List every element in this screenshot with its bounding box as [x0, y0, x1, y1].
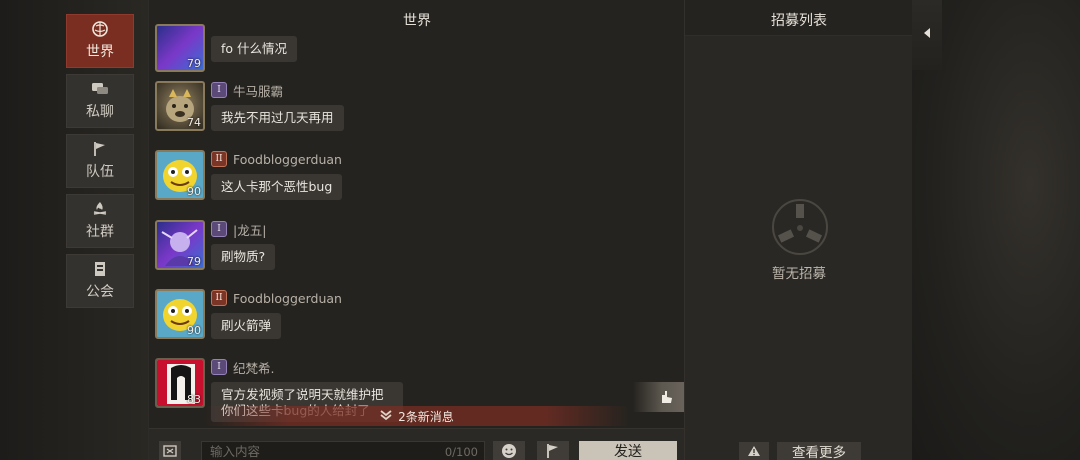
- nav-item-guild[interactable]: 公会: [66, 254, 134, 308]
- sender-row: II Foodbloggerduan: [211, 150, 342, 168]
- avatar-level: 90: [187, 324, 201, 337]
- avatar[interactable]: 74: [155, 81, 205, 131]
- rank-badge-icon: II: [211, 290, 227, 306]
- collapse-panel-button[interactable]: [912, 0, 942, 70]
- report-button[interactable]: [739, 442, 769, 460]
- chat-bubbles-icon: [91, 81, 109, 97]
- sender-name[interactable]: Foodbloggerduan: [233, 291, 342, 306]
- quick-action-button[interactable]: [633, 382, 685, 412]
- avatar[interactable]: 83: [155, 358, 205, 408]
- globe-icon: [91, 21, 109, 37]
- guild-banner-icon: [91, 261, 109, 277]
- avatar-level: 79: [187, 57, 201, 70]
- chat-title: 世界: [403, 13, 431, 29]
- nav-item-private[interactable]: 私聊: [66, 74, 134, 128]
- send-button[interactable]: 发送: [579, 441, 677, 460]
- team-invite-button[interactable]: [537, 441, 569, 460]
- new-messages-label: 2条新消息: [398, 409, 454, 424]
- rank-badge-icon: II: [211, 151, 227, 167]
- char-counter: 0/100: [444, 445, 478, 459]
- nav-item-community[interactable]: 社群: [66, 194, 134, 248]
- rank-badge-icon: I: [211, 221, 227, 237]
- sender-name[interactable]: |龙五|: [233, 220, 266, 239]
- channel-nav: 世界 私聊 队伍 社群 公会: [66, 14, 134, 314]
- message-bubble: 我先不用过几天再用: [211, 105, 344, 131]
- warning-icon: [748, 446, 760, 456]
- avatar[interactable]: 79: [155, 24, 205, 72]
- message-bubble: 刷火箭弹: [211, 313, 282, 339]
- sender-name[interactable]: 纪梵希.: [233, 358, 274, 377]
- nav-item-label: 公会: [86, 284, 114, 300]
- nav-item-label: 私聊: [86, 104, 114, 120]
- triangle-left-icon: [924, 28, 930, 38]
- flag-icon: [91, 141, 109, 157]
- message-bubble: 这人卡那个恶性bug: [211, 174, 343, 200]
- view-more-button[interactable]: 查看更多: [777, 442, 861, 460]
- empty-recruit-text: 暂无招募: [772, 266, 826, 282]
- nav-item-team[interactable]: 队伍: [66, 134, 134, 188]
- new-messages-banner[interactable]: 2条新消息: [205, 406, 629, 426]
- nav-item-label: 社群: [86, 224, 114, 240]
- message-bubble: 刷物质?: [211, 244, 276, 270]
- emoji-icon: [502, 444, 516, 458]
- avatar[interactable]: 90: [155, 150, 205, 200]
- nav-item-label: 队伍: [86, 164, 114, 180]
- message-input-placeholder: 输入内容: [210, 444, 261, 459]
- avatar[interactable]: 90: [155, 289, 205, 339]
- avatar[interactable]: 79: [155, 220, 205, 270]
- sender-row: I 牛马服霸: [211, 81, 283, 99]
- keyboard-icon: [163, 445, 177, 457]
- rank-badge-icon: I: [211, 82, 227, 98]
- keyboard-toggle-button[interactable]: [159, 441, 181, 460]
- message-bubble: fo 什么情况: [211, 36, 298, 62]
- chat-panel: 世界 79 fo 什么情况 74 I 牛马服霸 我先不用过几天再用 90 II …: [148, 0, 685, 460]
- sender-row: II Foodbloggerduan: [211, 289, 342, 307]
- flag-icon: [547, 444, 558, 458]
- avatar-level: 74: [187, 116, 201, 129]
- campfire-icon: [91, 201, 109, 217]
- emoji-button[interactable]: [493, 441, 525, 460]
- rank-badge-icon: I: [211, 359, 227, 375]
- double-chevron-down-icon: [380, 409, 392, 424]
- chat-input-bar: 输入内容 0/100 发送: [149, 428, 685, 460]
- message-input[interactable]: 输入内容 0/100: [201, 441, 485, 460]
- sender-name[interactable]: Foodbloggerduan: [233, 152, 342, 167]
- sender-name[interactable]: 牛马服霸: [233, 81, 283, 100]
- avatar-level: 83: [187, 393, 201, 406]
- nav-item-label: 世界: [86, 44, 114, 60]
- empty-recruit-icon: [772, 199, 828, 255]
- recruit-panel: 招募列表 暂无招募 查看更多: [684, 0, 913, 460]
- avatar-level: 90: [187, 185, 201, 198]
- nav-item-world[interactable]: 世界: [66, 14, 134, 68]
- sender-row: I |龙五|: [211, 220, 266, 238]
- recruit-title: 招募列表: [771, 13, 827, 29]
- hand-icon: [662, 391, 672, 403]
- avatar-level: 79: [187, 255, 201, 268]
- sender-row: I 纪梵希.: [211, 358, 274, 376]
